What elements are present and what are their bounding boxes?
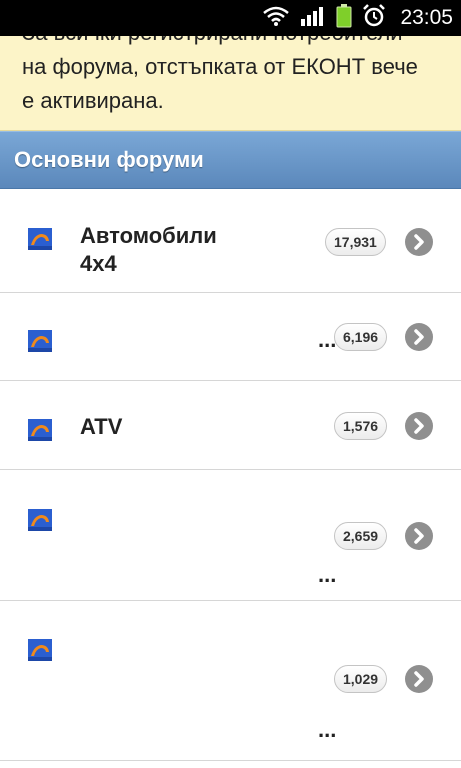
chevron-right-icon[interactable] [405,228,433,256]
forum-title-line: 4x4 [80,251,117,276]
forum-title: Автомобили 4x4 [80,222,217,278]
chevron-right-icon[interactable] [405,665,433,693]
forum-icon [28,509,52,531]
post-count-badge: 6,196 [334,323,388,351]
forum-row[interactable]: 1,029 ... [0,601,461,761]
forum-title-ellipsis: ... [318,717,337,742]
forum-icon [28,330,52,352]
post-count-badge: 1,576 [334,412,388,440]
section-title: Основни форуми [14,147,204,172]
notice-line: е активирана. [22,88,164,113]
forum-row[interactable]: ... 6,196 [0,293,461,381]
battery-icon [336,3,352,33]
forum-row[interactable]: ATV 1,576 [0,381,461,470]
section-header: Основни форуми [0,131,461,189]
chevron-right-icon[interactable] [405,412,433,440]
post-count-badge: 1,029 [334,665,388,693]
chevron-right-icon[interactable] [405,522,433,550]
forum-title: ATV [80,414,123,439]
screen: За всички регистрирани потребители на фо… [0,0,461,768]
status-time: 23:05 [400,6,453,29]
forum-icon [28,639,52,661]
signal-icon [300,5,326,32]
status-bar: 23:05 [0,0,461,36]
forum-title-ellipsis: ... [318,562,337,587]
wifi-icon [262,5,290,32]
alarm-icon [362,3,386,33]
notice-line: на форума, отстъпката от ЕКОНТ вече [22,54,418,79]
forum-title-line: Автомобили [80,223,217,248]
forum-row[interactable]: Автомобили 4x4 17,931 [0,190,461,293]
post-count-badge: 17,931 [325,228,386,256]
forum-row[interactable]: 2,659 ... [0,470,461,601]
forum-icon [28,228,52,250]
chevron-right-icon[interactable] [405,323,433,351]
forum-icon [28,419,52,441]
post-count-badge: 2,659 [334,522,388,550]
